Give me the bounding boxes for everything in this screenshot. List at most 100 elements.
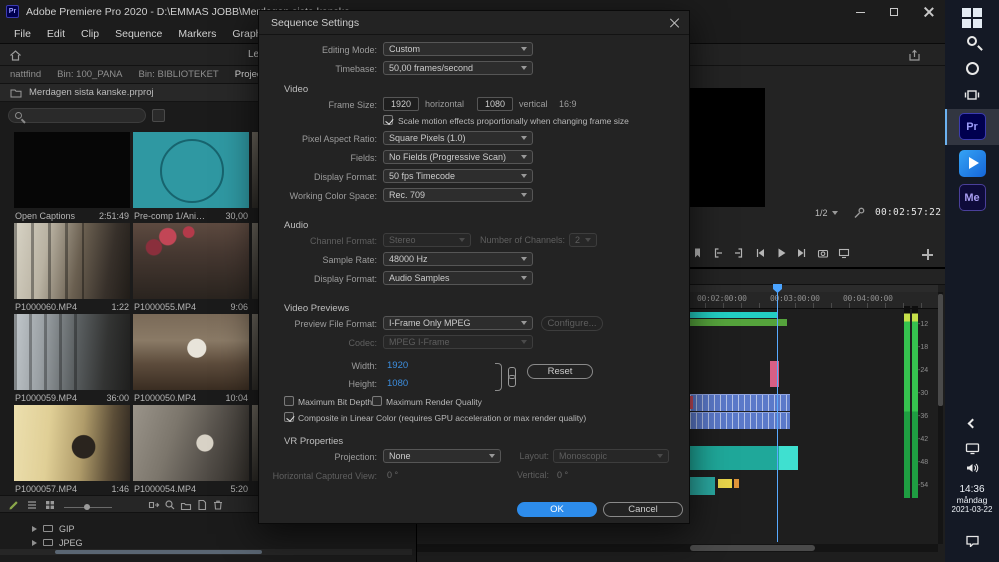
button-editor-plus[interactable] [922,249,933,260]
frame-width-field[interactable]: 1920 [383,97,419,111]
search-input[interactable] [8,108,146,123]
vertical-scrollbar[interactable] [938,292,943,544]
timeline-clip[interactable] [690,394,790,411]
editing-mode-select[interactable]: Custom [383,42,533,56]
ok-button[interactable]: OK [517,502,597,517]
edit-pencil-icon[interactable] [8,499,20,511]
dialog-close-icon[interactable] [669,18,679,28]
preview-height-value[interactable]: 1080 [387,378,408,389]
taskbar-video-app-button[interactable] [945,150,999,177]
step-back-button[interactable] [753,246,767,260]
audio-display-format-select[interactable]: Audio Samples [383,271,533,285]
frame-height-field[interactable]: 1080 [477,97,513,111]
automate-to-sequence-icon[interactable] [148,499,160,511]
clip-thumbnail [133,405,249,481]
taskbar-premiere-button[interactable]: Pr [945,113,999,140]
taskbar-search-button[interactable] [945,36,999,46]
find-icon[interactable] [164,499,176,511]
chevron-right-icon[interactable] [32,540,37,546]
close-button[interactable] [911,0,945,24]
timeline-clip[interactable] [690,477,715,495]
comparison-view-button[interactable] [837,246,851,260]
clip-cell[interactable]: P1000060.MP41:22 [14,223,130,312]
scrollbar-thumb[interactable] [690,545,815,551]
show-hidden-icons-button[interactable] [945,420,999,427]
tray-volume-button[interactable] [945,462,999,474]
trash-icon[interactable] [212,499,224,511]
zoom-slider-knob[interactable] [84,504,90,510]
horizontal-scrollbar[interactable] [0,549,412,555]
tray-display-button[interactable] [945,442,999,455]
cortana-button[interactable] [945,62,999,75]
clip-cell[interactable]: P1000055.MP49:06 [133,223,249,312]
task-view-button[interactable] [945,88,999,102]
tab-nattfind[interactable]: nattfind [10,69,41,80]
clip-cell[interactable]: P1000050.MP410:04 [133,314,249,403]
max-render-quality-checkbox[interactable] [372,396,382,406]
playback-resolution-select[interactable]: 1/2 [815,206,838,220]
timeline-clip[interactable] [779,446,798,470]
projection-select[interactable]: None [383,449,501,463]
tab-bin-100-pana[interactable]: Bin: 100_PANA [57,69,122,80]
timeline-clip[interactable] [690,312,778,318]
display-format-select[interactable]: 50 fps Timecode [383,169,533,183]
tab-bin-biblioteket[interactable]: Bin: BIBLIOTEKET [138,69,218,80]
menu-file[interactable]: File [6,28,39,40]
list-view-icon[interactable] [26,499,38,511]
home-icon[interactable] [9,49,22,62]
timeline-clip[interactable] [690,412,790,429]
chain-link-icon[interactable] [507,367,515,387]
taskbar-clock[interactable]: 14:36 måndag 2021-03-22 [945,484,999,514]
play-button[interactable] [774,246,788,260]
timebase-select[interactable]: 50,00 frames/second [383,61,533,75]
mark-out-button[interactable] [732,246,746,260]
cancel-button[interactable]: Cancel [603,502,683,517]
color-space-select[interactable]: Rec. 709 [383,188,533,202]
start-button[interactable] [945,8,999,28]
reset-button[interactable]: Reset [527,364,593,379]
add-marker-button[interactable] [690,246,704,260]
scale-motion-checkbox[interactable] [383,115,393,125]
scrollbar-thumb[interactable] [55,550,262,554]
playhead-line [777,286,778,542]
sample-rate-select[interactable]: 48000 Hz [383,252,533,266]
menu-sequence[interactable]: Sequence [107,28,170,40]
mark-in-button[interactable] [711,246,725,260]
action-center-button[interactable] [945,534,999,547]
max-bit-depth-checkbox[interactable] [284,396,294,406]
filter-button[interactable] [152,109,165,122]
new-bin-icon[interactable] [180,499,192,511]
timeline-clip[interactable] [690,396,693,409]
export-frame-button[interactable] [816,246,830,260]
dialog-title-bar[interactable]: Sequence Settings [259,11,689,35]
horizontal-scrollbar[interactable] [417,544,938,552]
icon-view-icon[interactable] [44,499,56,511]
menu-clip[interactable]: Clip [73,28,107,40]
clip-cell[interactable]: P1000057.MP41:46 [14,405,130,494]
menu-edit[interactable]: Edit [39,28,73,40]
timeline-clip[interactable] [718,479,732,488]
preview-width-value[interactable]: 1920 [387,360,408,371]
taskbar-media-encoder-button[interactable]: Me [945,184,999,211]
timeline-clip[interactable] [734,479,739,488]
timeline-clip[interactable] [690,319,787,326]
chevron-right-icon[interactable] [32,526,37,532]
pixel-aspect-select[interactable]: Square Pixels (1.0) [383,131,533,145]
clip-cell[interactable]: Open Captions2:51:49 [14,132,130,221]
step-forward-button[interactable] [795,246,809,260]
composite-linear-checkbox[interactable] [284,412,294,422]
scrollbar-thumb[interactable] [938,294,943,406]
clip-cell[interactable]: Pre-comp 1/Animation ...30,00 [133,132,249,221]
menu-markers[interactable]: Markers [170,28,224,40]
clip-cell[interactable]: P1000059.MP436:00 [14,314,130,403]
export-icon[interactable] [908,49,921,62]
fields-select[interactable]: No Fields (Progressive Scan) [383,150,533,164]
timeline-clip[interactable] [690,446,779,470]
settings-wrench-icon[interactable] [853,207,865,219]
minimize-button[interactable] [843,0,877,24]
clip-cell[interactable]: P1000054.MP45:20 [133,405,249,494]
preview-format-select[interactable]: I-Frame Only MPEG [383,316,533,330]
maximize-button[interactable] [877,0,911,24]
new-item-icon[interactable] [196,499,208,511]
bin-row-jpeg[interactable]: JPEG [0,536,417,549]
